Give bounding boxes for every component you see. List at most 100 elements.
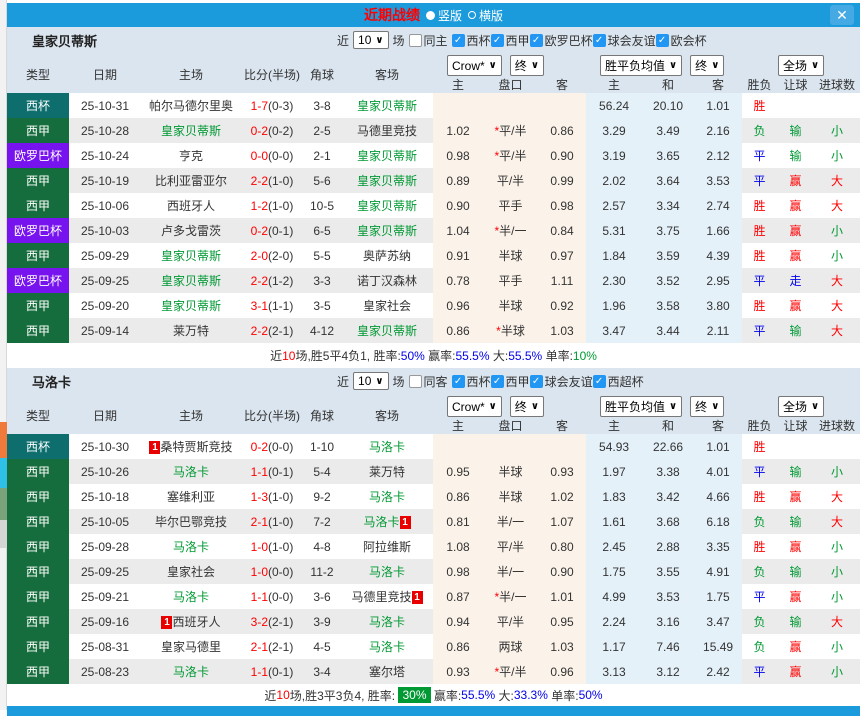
competition-checkbox-西甲[interactable]: ✓ 西甲 (490, 32, 530, 49)
odds-away-value: 0.90 (538, 559, 587, 584)
match-date: 25-09-29 (69, 243, 141, 268)
avg-draw-value: 3.44 (642, 318, 695, 343)
avg-home-value: 3.47 (586, 318, 643, 343)
odds-final-select[interactable]: 终 ∨ (509, 396, 544, 417)
competition-checkbox-西超杯[interactable]: ✓ 西超杯 (592, 373, 644, 390)
summary-segment: 近 (270, 349, 283, 363)
match-date: 25-10-06 (69, 193, 141, 218)
same-venue-checkbox[interactable]: 同客 (408, 373, 448, 390)
competition-checkbox-西杯[interactable]: ✓ 西杯 (451, 32, 491, 49)
odds-away-value: 1.11 (538, 268, 587, 293)
corner-count: 2-1 (303, 143, 341, 168)
odds-company-select[interactable]: Crow* ∨ (447, 55, 502, 76)
fulltime-select[interactable]: 全场 ∨ (777, 396, 825, 417)
away-team: 莱万特 (341, 459, 433, 484)
competition-checkbox-欧罗巴杯[interactable]: ✓ 欧罗巴杯 (529, 32, 593, 49)
layout-radio-vertical[interactable]: 竖版 (425, 7, 462, 24)
match-count-select[interactable]: 10 ∨ (353, 372, 389, 390)
handicap-result-value: 输 (777, 143, 815, 168)
avg-final-select[interactable]: 终 ∨ (690, 396, 725, 417)
goals-size-value: 大 (814, 509, 860, 534)
competition-checkbox-球会友谊[interactable]: ✓ 球会友谊 (529, 373, 593, 390)
competition-checkbox-欧会杯[interactable]: ✓ 欧会杯 (655, 32, 707, 49)
competition-checkbox-西杯[interactable]: ✓ 西杯 (451, 373, 491, 390)
goals-size-value (814, 434, 860, 459)
summary-segment: 50% (400, 348, 425, 363)
odds-away-value: 0.95 (538, 609, 587, 634)
competition-checkbox-球会友谊[interactable]: ✓ 球会友谊 (592, 32, 656, 49)
checkbox-checked-icon: ✓ (490, 374, 504, 388)
radio-vertical-label: 竖版 (437, 8, 462, 23)
avg-away-value: 2.12 (694, 143, 743, 168)
close-icon[interactable]: ✕ (830, 5, 854, 25)
summary-segment: 10 (282, 348, 296, 363)
sub-header-avg-draw: 和 (642, 417, 695, 434)
match-count-select[interactable]: 10 ∨ (353, 31, 389, 49)
match-date: 25-09-25 (69, 268, 141, 293)
fulltime-select[interactable]: 全场 ∨ (777, 55, 825, 76)
corner-count: 3-3 (303, 268, 341, 293)
results-table: 类型 日期 主场 比分(半场) 角球 客场 Crow* ∨ 终 ∨ 胜平负均值 … (7, 394, 860, 684)
match-date: 25-10-03 (69, 218, 141, 243)
sub-header-handicap-result: 让球 (777, 76, 815, 93)
avg-away-value: 6.18 (694, 509, 743, 534)
odds-away-value: 0.84 (538, 218, 587, 243)
avg-home-value: 1.75 (586, 559, 643, 584)
corner-count: 1-10 (303, 434, 341, 459)
avg-away-value: 1.01 (694, 434, 743, 459)
avg-draw-value: 3.52 (642, 268, 695, 293)
summary-segment: 近 (264, 688, 277, 703)
avg-odds-select[interactable]: 胜平负均值 ∨ (600, 396, 683, 417)
same-venue-label: 同主 (423, 33, 448, 48)
competition-badge: 西甲 (7, 484, 69, 509)
layout-radio-horizontal[interactable]: 横版 (468, 7, 503, 24)
corner-count: 3-6 (303, 584, 341, 609)
avg-draw-value: 2.88 (642, 534, 695, 559)
avg-draw-value: 3.64 (642, 168, 695, 193)
avg-draw-value: 22.66 (642, 434, 695, 459)
handicap-value: *平/半 (483, 143, 538, 168)
avg-away-value: 1.66 (694, 218, 743, 243)
odds-away-value: 1.03 (538, 318, 587, 343)
handicap-result-value: 走 (777, 268, 815, 293)
avg-odds-select[interactable]: 胜平负均值 ∨ (600, 55, 683, 76)
summary-segment: 10% (572, 348, 597, 363)
avg-home-value: 54.93 (586, 434, 643, 459)
handicap-result-value: 输 (777, 609, 815, 634)
modal-titlebar: 近期战绩 竖版 横版 ✕ (7, 3, 860, 27)
same-venue-checkbox[interactable]: 同主 (408, 32, 448, 49)
away-team: 皇家贝蒂斯 (341, 168, 433, 193)
result-value: 平 (742, 268, 778, 293)
odds-away-value: 0.92 (538, 293, 587, 318)
summary-segment: 30% (398, 687, 431, 703)
avg-away-value: 2.11 (694, 318, 743, 343)
avg-final-select[interactable]: 终 ∨ (690, 55, 725, 76)
competition-checkbox-西甲[interactable]: ✓ 西甲 (490, 373, 530, 390)
red-card-badge: 1 (161, 616, 173, 629)
summary-segment: 10 (276, 688, 290, 702)
avg-home-value: 3.13 (586, 659, 643, 684)
odds-home-value: 1.08 (433, 534, 483, 559)
odds-company-select[interactable]: Crow* ∨ (447, 396, 502, 417)
red-card-badge: 1 (149, 441, 161, 454)
competition-badge: 西甲 (7, 584, 69, 609)
handicap-value (483, 434, 538, 459)
avg-home-value: 1.96 (586, 293, 643, 318)
corner-count: 3-5 (303, 293, 341, 318)
col-header-type: 类型 (7, 394, 69, 434)
handicap-result-value: 赢 (777, 243, 815, 268)
score-cell: 0-2(0-2) (241, 118, 303, 143)
result-value: 负 (742, 509, 778, 534)
checkbox-checked-icon: ✓ (529, 374, 543, 388)
summary-segment: 33.3% (513, 688, 548, 702)
avg-draw-value: 3.75 (642, 218, 695, 243)
goals-size-value: 小 (814, 143, 860, 168)
result-value: 平 (742, 318, 778, 343)
odds-home-value: 1.04 (433, 218, 483, 243)
checkbox-label: 球会友谊 (607, 33, 656, 48)
table-row: 西甲 25-10-06 西班牙人 1-2(1-0) 10-5 皇家贝蒂斯 0.9… (7, 193, 860, 218)
checkbox-checked-icon: ✓ (490, 33, 504, 47)
odds-final-select[interactable]: 终 ∨ (509, 55, 544, 76)
checkbox-checked-icon: ✓ (529, 33, 543, 47)
recent-results-modal: 近期战绩 竖版 横版 ✕ 皇家贝蒂斯 近 10 ∨ 场 同主 ✓ 西杯 ✓ 西甲… (7, 0, 860, 716)
